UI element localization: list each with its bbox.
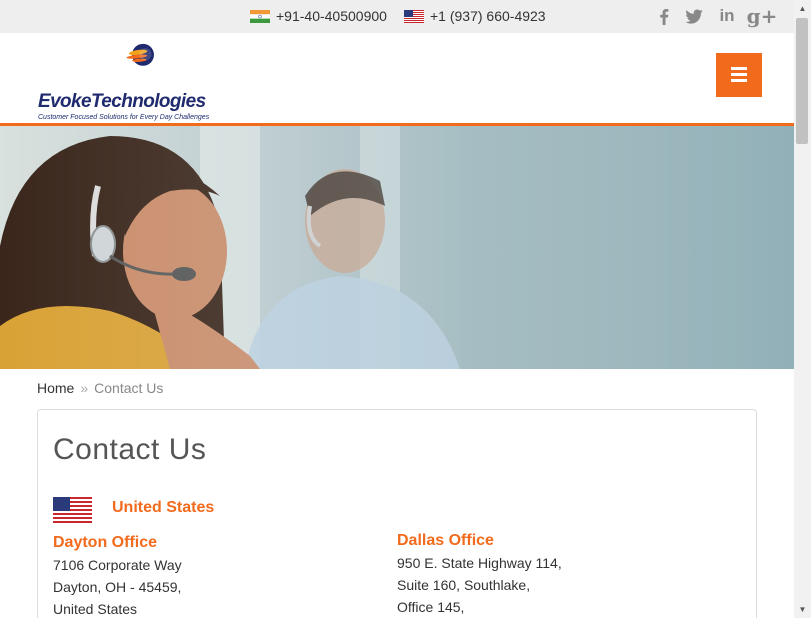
linkedin-icon[interactable]: in [716,6,738,26]
page: +91-40-40500900 +1 (937) 660-4923 in g+ … [0,0,794,618]
page-title: Contact Us [53,433,207,466]
brand-name[interactable]: EvokeTechnologies [38,91,206,113]
office-title-dallas: Dallas Office [397,532,494,549]
evoke-logo-icon[interactable] [37,42,249,92]
us-flag-icon [404,9,424,23]
hamburger-bar-icon [731,79,747,82]
linkedin-glyph: in [719,6,735,25]
office-title-dayton: Dayton Office [53,534,158,551]
address-line: Suite 160, Southlake, [397,577,531,593]
facebook-icon[interactable] [653,6,675,26]
scroll-down-arrow-icon[interactable]: ▼ [794,601,811,618]
phone-us-number: +1 (937) 660-4923 [430,8,546,24]
phone-india[interactable]: +91-40-40500900 [250,7,387,25]
india-flag-icon [250,9,270,23]
breadcrumb: Home » Contact Us [37,380,163,396]
address-line: Office 145, [397,599,465,615]
address-line: United States [53,601,138,617]
hamburger-bar-icon [731,73,747,76]
phone-us[interactable]: +1 (937) 660-4923 [404,7,546,25]
hamburger-menu-button[interactable] [716,53,762,97]
hamburger-bar-icon [731,67,747,70]
scroll-thumb[interactable] [796,18,808,144]
phone-india-number: +91-40-40500900 [276,8,387,24]
address-line: 950 E. State Highway 114, [397,555,562,571]
us-flag-icon [53,497,92,523]
country-heading: United States [112,499,215,516]
brand-tagline: Customer Focused Solutions for Every Day… [38,114,210,121]
google-plus-icon[interactable]: g+ [746,4,778,28]
scroll-up-arrow-icon[interactable]: ▲ [794,0,811,17]
breadcrumb-current: Contact Us [94,380,164,396]
address-line: 7106 Corporate Way [53,557,182,573]
hero-banner-image [0,126,794,369]
vertical-scrollbar[interactable]: ▲ ▼ [794,0,811,618]
hero-illustration [0,126,794,369]
breadcrumb-home-link[interactable]: Home [37,380,74,396]
office-address-dayton: 7106 Corporate Way Dayton, OH - 45459, U… [53,554,182,618]
office-address-dallas: 950 E. State Highway 114, Suite 160, Sou… [397,552,562,618]
twitter-icon[interactable] [683,6,705,26]
google-plus-glyph: g+ [746,4,778,28]
breadcrumb-separator: » [80,380,89,396]
top-bar: +91-40-40500900 +1 (937) 660-4923 in g+ [0,0,794,33]
address-line: Dayton, OH - 45459, [53,579,182,595]
